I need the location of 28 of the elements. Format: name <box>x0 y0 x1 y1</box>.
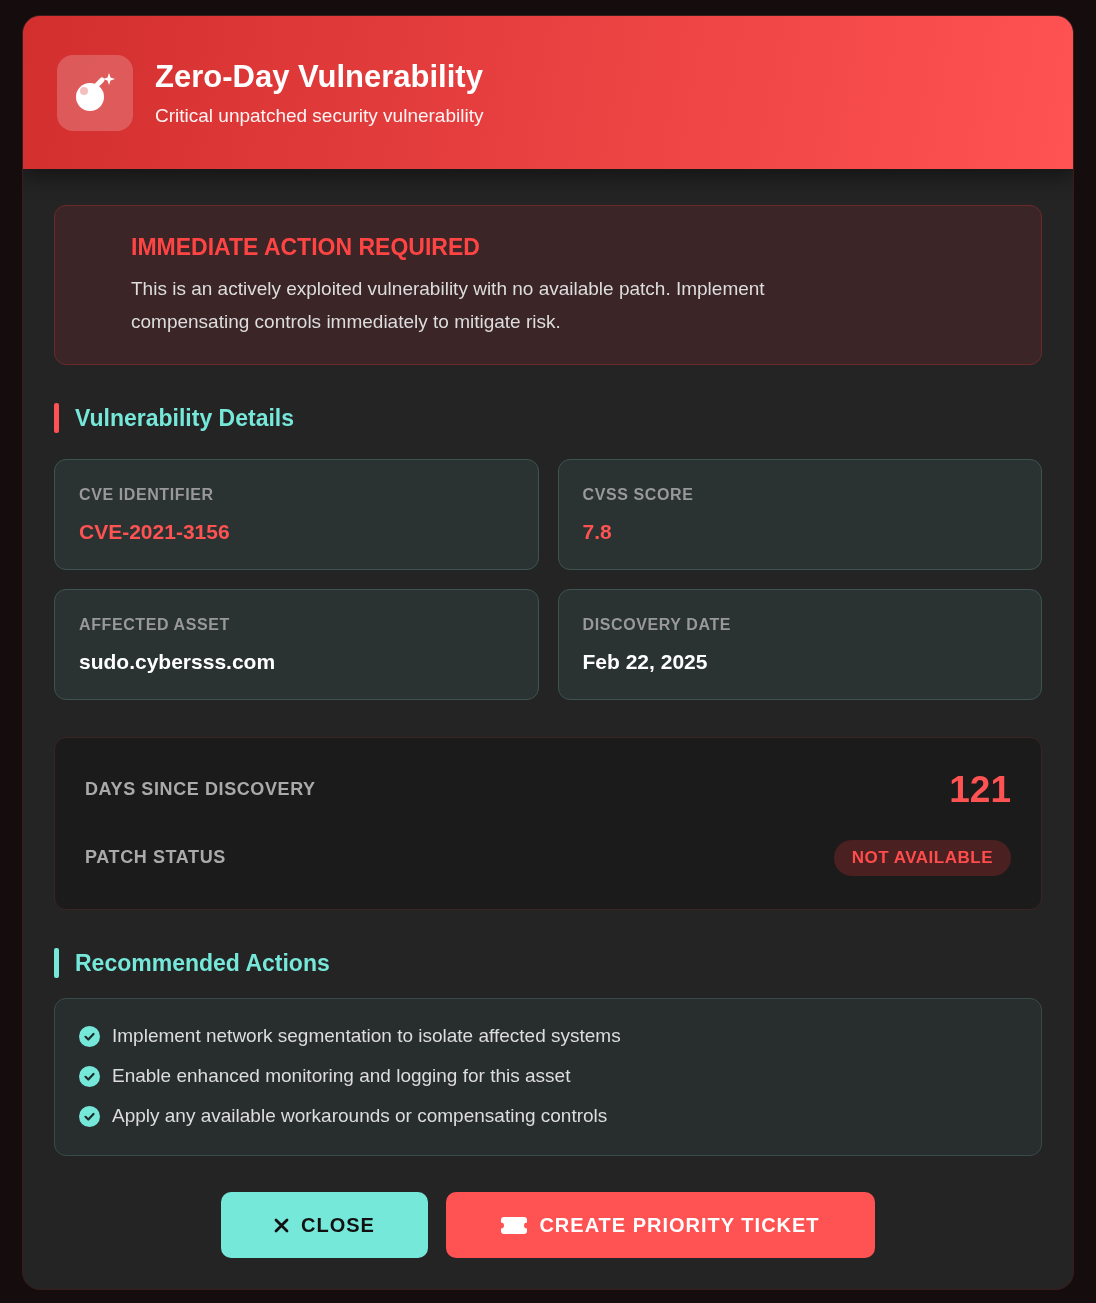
section-heading: Recommended Actions <box>75 949 330 978</box>
detail-value: 7.8 <box>582 519 613 545</box>
check-circle-icon <box>79 1025 100 1047</box>
status-badge: NOT AVAILABLE <box>833 839 1011 876</box>
dialog-subtitle: Critical unpatched security vulnerability <box>155 103 484 128</box>
close-button[interactable]: CLOSE <box>221 1192 428 1258</box>
close-icon <box>274 1217 290 1233</box>
bomb-icon <box>57 54 133 131</box>
detail-value: sudo.cybersss.com <box>79 649 277 675</box>
detail-value: CVE-2021-3156 <box>79 519 231 545</box>
check-circle-icon <box>79 1065 100 1087</box>
section-heading: Vulnerability Details <box>75 404 294 433</box>
stat-label: DAYS SINCE DISCOVERY <box>85 778 316 801</box>
dialog-title: Zero-Day Vulnerability <box>155 57 484 96</box>
stat-value: 121 <box>949 767 1011 812</box>
action-item: Enable enhanced monitoring and logging for this asset <box>112 1063 571 1088</box>
detail-label: CVSS SCORE <box>582 485 695 505</box>
alert-title: IMMEDIATE ACTION REQUIRED <box>131 233 481 262</box>
action-item: Implement network segmentation to isolate affected systems <box>112 1023 621 1048</box>
detail-label: AFFECTED ASSET <box>79 615 231 635</box>
detail-value: Feb 22, 2025 <box>582 649 709 675</box>
action-item: Apply any available workarounds or compensating controls <box>112 1103 608 1128</box>
alert-message: This is an actively exploited vulnerability with no available patch. Implement compensating controls immediately to mitigate risk. <box>131 277 766 334</box>
stat-label: PATCH STATUS <box>85 846 226 869</box>
detail-label: CVE IDENTIFIER <box>79 485 215 505</box>
detail-label: DISCOVERY DATE <box>582 615 733 635</box>
ticket-icon <box>501 1216 528 1234</box>
check-circle-icon <box>79 1105 100 1127</box>
